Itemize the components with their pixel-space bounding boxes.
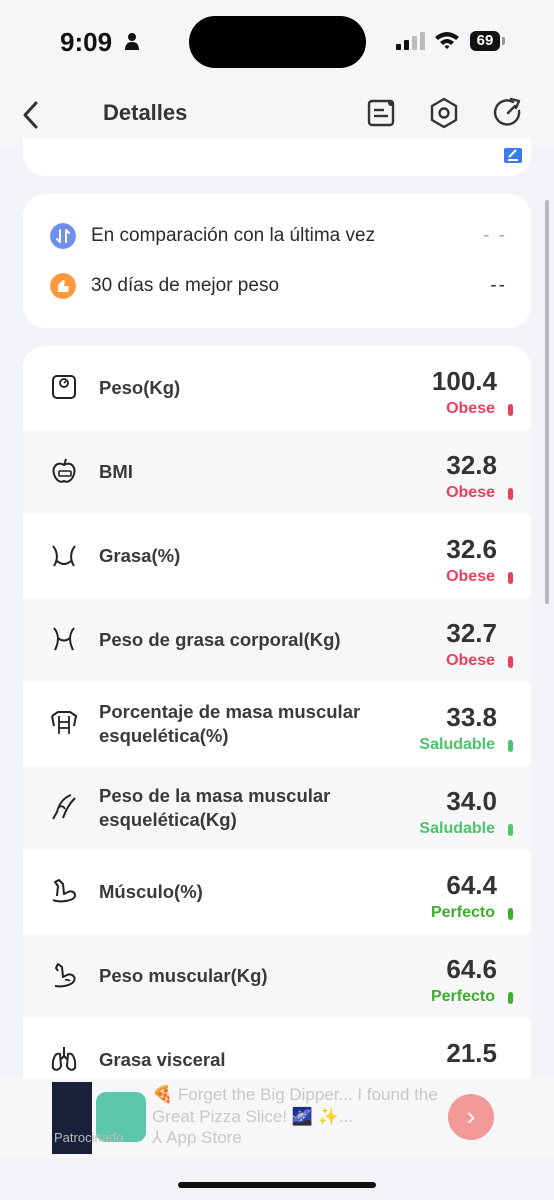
metric-label: Peso muscular(Kg) <box>99 965 268 986</box>
status-indicator <box>508 488 513 500</box>
lungs-icon <box>51 1047 77 1071</box>
ad-store-label: App Store <box>166 1128 242 1147</box>
metric-value: 64.6 <box>446 954 497 984</box>
status-indicator <box>508 740 513 752</box>
metric-row-fat-percent[interactable]: Grasa(%) 32.6 Obese <box>23 514 531 598</box>
waist-icon <box>52 545 76 567</box>
metric-label: Músculo(%) <box>99 881 203 902</box>
ad-store: ⅄ App Store <box>152 1128 242 1148</box>
status-indicator <box>508 404 513 416</box>
battery-icon: 69 <box>470 31 506 51</box>
comparison-value: - - <box>483 225 507 246</box>
settings-hexagon-icon[interactable] <box>427 96 461 130</box>
body-fat-icon <box>53 627 75 651</box>
ad-text: 🍕 Forget the Big Dipper... I found the G… <box>152 1085 438 1126</box>
metric-status: Obese <box>446 484 495 501</box>
metric-row-skeletal-muscle-weight[interactable]: Peso de la masa muscular esquelética(Kg)… <box>23 766 531 850</box>
metric-value: 34.0 <box>446 786 497 816</box>
ad-banner[interactable]: Patrocinado 🍕 Forget the Big Dipper... I… <box>0 1078 554 1158</box>
arm-muscle-icon <box>54 963 76 988</box>
metric-row-weight[interactable]: Peso(Kg) 100.4 Obese <box>23 346 531 430</box>
bicep-icon <box>52 879 77 903</box>
wifi-icon <box>435 32 459 49</box>
metric-status: Saludable <box>419 736 495 753</box>
metric-row-bmi[interactable]: BMI 32.8 Obese <box>23 430 531 514</box>
report-icon[interactable] <box>364 96 398 130</box>
metric-value: 21.5 <box>446 1038 497 1068</box>
page-title: Detalles <box>103 100 188 125</box>
cellular-signal-icon <box>396 32 425 50</box>
best-weight-value: -- <box>490 275 507 296</box>
metric-status: Obese <box>446 568 495 585</box>
dynamic-island <box>189 16 366 68</box>
status-indicator <box>508 992 513 1004</box>
apple-scale-icon <box>52 458 76 483</box>
best-weight-label: 30 días de mejor peso <box>91 275 280 296</box>
thumbs-up-icon <box>50 273 76 299</box>
status-indicator <box>508 656 513 668</box>
comparison-card: En comparación con la última vez - - 30 … <box>23 194 531 328</box>
metrics-list: Peso(Kg) 100.4 Obese BMI 32.8 Obese Gras… <box>23 346 531 1106</box>
status-bar: 9:09 69 <box>0 0 554 84</box>
leg-icon <box>52 794 76 820</box>
battery-level: 69 <box>470 31 500 51</box>
metric-row-body-fat-weight[interactable]: Peso de grasa corporal(Kg) 32.7 Obese <box>23 598 531 682</box>
metric-row-skeletal-muscle-percent[interactable]: Porcentaje de masa muscular esquelética(… <box>23 682 531 766</box>
metric-label: Peso de grasa corporal(Kg) <box>99 629 341 650</box>
metric-label: Porcentaje de masa muscular esquelética(… <box>99 701 361 746</box>
scale-icon <box>52 375 76 399</box>
metric-status: Perfecto <box>430 904 495 921</box>
metric-value: 100.4 <box>431 366 497 396</box>
status-time: 9:09 <box>60 27 113 57</box>
comparison-label: En comparación con la última vez <box>91 225 376 246</box>
metric-status: Saludable <box>419 820 495 837</box>
metric-value: 32.8 <box>446 450 497 480</box>
metric-value: 32.7 <box>446 618 497 648</box>
metric-value: 64.4 <box>446 870 497 900</box>
torso-icon <box>51 711 78 734</box>
ad-open-button[interactable]: › <box>448 1094 494 1140</box>
metric-value: 33.8 <box>446 702 497 732</box>
metric-label: Grasa(%) <box>99 545 181 566</box>
status-indicator <box>508 824 513 836</box>
status-indicator <box>508 908 513 920</box>
share-refresh-icon[interactable] <box>491 96 525 130</box>
compare-arrows-icon <box>50 223 76 249</box>
person-icon <box>125 33 139 50</box>
metric-label: Peso(Kg) <box>99 377 181 398</box>
home-indicator[interactable] <box>178 1182 376 1188</box>
metric-label: BMI <box>99 461 133 482</box>
comparison-row: En comparación con la última vez - - <box>23 214 531 258</box>
best-weight-row: 30 días de mejor peso -- <box>23 264 531 308</box>
nav-header: Detalles <box>0 84 554 146</box>
metric-row-muscle-weight[interactable]: Peso muscular(Kg) 64.6 Perfecto <box>23 934 531 1018</box>
scrollbar[interactable] <box>545 200 549 604</box>
metric-label: Grasa visceral <box>99 1049 226 1070</box>
app-store-icon: ⅄ <box>152 1128 167 1147</box>
previous-card <box>23 138 531 176</box>
metric-status: Obese <box>446 652 495 669</box>
metric-label: Peso de la masa muscular esquelética(Kg) <box>99 785 331 830</box>
status-indicator <box>508 572 513 584</box>
back-chevron-icon[interactable] <box>20 100 42 130</box>
metric-value: 32.6 <box>446 534 497 564</box>
edit-icon[interactable] <box>503 144 523 164</box>
metric-row-muscle-percent[interactable]: Músculo(%) 64.4 Perfecto <box>23 850 531 934</box>
metric-status: Perfecto <box>430 988 495 1005</box>
metric-status: Obese <box>446 400 495 417</box>
ad-sponsored-label: Patrocinado <box>54 1130 124 1145</box>
